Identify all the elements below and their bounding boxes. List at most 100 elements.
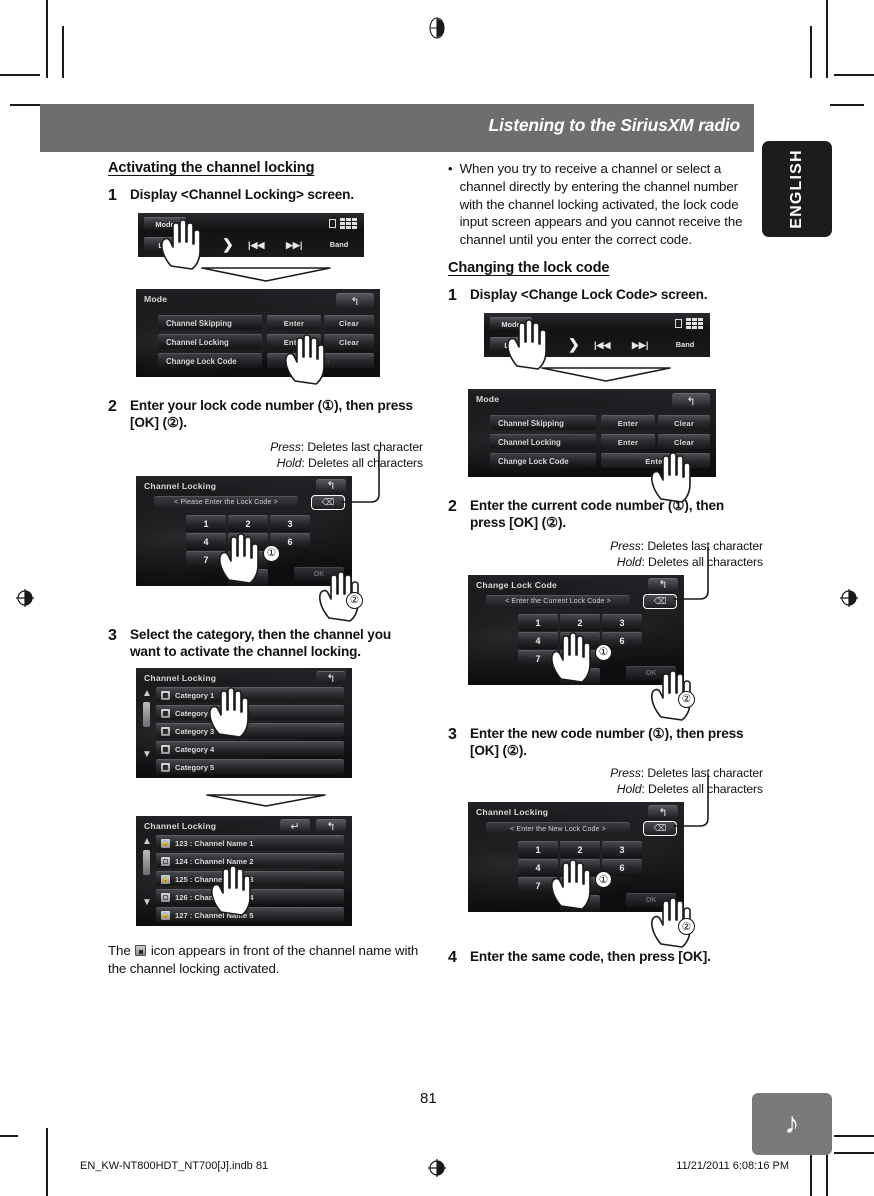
keypad-prompt: < Enter the New Lock Code > — [486, 822, 630, 836]
channel-list-item[interactable]: 🔒 127 : Channel Name 5 — [156, 907, 344, 923]
keypad-key[interactable]: 7 — [186, 550, 226, 568]
back-arrow-icon[interactable]: ↰ — [336, 293, 374, 308]
keypad-key[interactable]: 2 — [228, 514, 268, 532]
channel-list-item[interactable]: ▢ 126 : Channel Name 4 — [156, 889, 344, 905]
keypad-key[interactable]: 1 — [518, 613, 558, 631]
chevron-up-icon[interactable]: ▲ — [141, 687, 153, 700]
keypad-ok-button[interactable]: OK — [626, 665, 676, 680]
toolbar-band-button[interactable]: Band — [319, 237, 359, 252]
channel-skipping-clear-button[interactable]: Clear — [324, 315, 374, 330]
keypad-key[interactable]: 2 — [560, 613, 600, 631]
toolbar-list-button[interactable]: List — [490, 337, 532, 353]
channel-label: 126 : Channel Name 4 — [175, 892, 254, 902]
marker-2: ② — [166, 415, 179, 431]
keypad-key[interactable]: 4 — [518, 859, 558, 877]
channel-locking-clear-button[interactable]: Clear — [658, 434, 710, 450]
toolbar-prev-track-icon[interactable]: |◀◀ — [594, 340, 610, 351]
step-number: 1 — [108, 187, 117, 204]
category-list-item[interactable]: ▦ Category 3 — [156, 723, 344, 739]
list-view-icon[interactable] — [675, 319, 682, 329]
keypad-key[interactable]: 0 — [560, 895, 600, 913]
mode-row-label: Change Lock Code — [490, 453, 596, 469]
return-arrow-icon[interactable]: ↵ — [280, 819, 310, 833]
channel-label: 127 : Channel Name 5 — [175, 910, 254, 920]
keypad-key[interactable]: 3 — [602, 841, 642, 859]
keypad-key[interactable]: 5 — [560, 631, 600, 649]
channel-list-item[interactable]: 🔒 123 : Channel Name 1 — [156, 835, 344, 851]
toolbar-mode-button[interactable]: Mode — [144, 217, 186, 230]
step-number: 3 — [108, 626, 117, 644]
category-list-item[interactable]: ▦ Category 4 — [156, 741, 344, 757]
crop-mark — [834, 1135, 874, 1137]
channel-list-item[interactable]: ▢ 124 : Channel Name 2 — [156, 853, 344, 869]
keypad-key[interactable]: 3 — [602, 613, 642, 631]
change-lock-code-enter-button[interactable]: Enter — [601, 453, 710, 469]
step-number: 3 — [448, 725, 457, 743]
keypad-key[interactable]: 0 — [228, 568, 268, 586]
channel-label: 123 : Channel Name 1 — [175, 838, 254, 848]
keypad-ok-button[interactable]: OK — [626, 893, 676, 908]
channel-locking-enter-button[interactable]: Enter — [601, 434, 655, 450]
category-list-item[interactable]: ▦ Category 2 — [156, 705, 344, 721]
mode-row-label: Channel Locking — [490, 434, 596, 450]
chevron-down-icon[interactable]: ▼ — [141, 748, 153, 761]
category-list-item[interactable]: ▦ Category 5 — [156, 759, 344, 775]
keypad-key[interactable]: 5 — [228, 532, 268, 550]
crop-mark — [62, 26, 64, 78]
category-label: Category 4 — [175, 744, 215, 754]
registration-target-icon — [836, 585, 862, 611]
keypad-key[interactable]: 1 — [186, 514, 226, 532]
channel-list-item[interactable]: 🔒 125 : Channel Name 3 — [156, 871, 344, 887]
keypad-key[interactable]: 1 — [518, 841, 558, 859]
toolbar-mode-button[interactable]: Mode — [490, 317, 532, 331]
toolbar-next-icon[interactable]: ❯ — [568, 336, 580, 353]
toolbar-list-button[interactable]: List — [144, 237, 186, 252]
device-category-screen: Channel Locking ↰ ▲ ▼ ▦ Category 1 ▦ Cat… — [136, 668, 352, 779]
channel-skipping-clear-button[interactable]: Clear — [658, 415, 710, 431]
chevron-down-icon[interactable]: ▼ — [141, 896, 153, 909]
channel-locking-clear-button[interactable]: Clear — [324, 334, 374, 349]
scrollbar-thumb[interactable] — [143, 850, 150, 876]
marker-2: ② — [346, 591, 363, 609]
step-3-right: 3 Enter the new code number (①), then pr… — [448, 725, 763, 760]
screen-title: Channel Locking — [144, 480, 217, 491]
chevron-up-icon[interactable]: ▲ — [141, 835, 153, 848]
keypad-key[interactable]: 3 — [270, 514, 310, 532]
keypad-key[interactable]: 5 — [560, 859, 600, 877]
back-arrow-icon[interactable]: ↰ — [316, 819, 346, 833]
toolbar-prev-track-icon[interactable]: |◀◀ — [248, 240, 264, 251]
keypad-key[interactable]: 7 — [518, 649, 558, 667]
keypad-key[interactable]: 8 — [560, 649, 600, 667]
step-number: 2 — [108, 398, 117, 415]
keypad-ok-button[interactable]: OK — [294, 566, 344, 581]
step-1-right: 1 Display <Change Lock Code> screen. — [448, 286, 763, 306]
display-grid-icon[interactable] — [340, 218, 357, 229]
toolbar-next-icon[interactable]: ❯ — [222, 236, 234, 253]
change-lock-code-enter-button[interactable]: Enter — [267, 353, 374, 368]
channel-locking-enter-button[interactable]: Enter — [267, 334, 321, 349]
marker-2: ② — [506, 742, 519, 758]
display-grid-icon[interactable] — [686, 318, 703, 330]
screen-title: Mode — [144, 294, 168, 304]
note-text-before: The — [108, 943, 135, 959]
keypad-key[interactable]: 2 — [560, 841, 600, 859]
device-keypad-screen-left: Channel Locking ↰ < Please Enter the Loc… — [136, 475, 352, 586]
keypad-key[interactable]: 8 — [228, 550, 268, 568]
toolbar-next-track-icon[interactable]: ▶▶| — [286, 240, 302, 251]
back-arrow-icon[interactable]: ↰ — [672, 393, 710, 409]
category-list-item[interactable]: ▦ Category 1 — [156, 687, 344, 703]
keypad-key[interactable]: 8 — [560, 877, 600, 895]
keypad-prompt: < Please Enter the Lock Code > — [154, 495, 298, 509]
scrollbar-thumb[interactable] — [143, 702, 150, 728]
keypad-key[interactable]: 7 — [518, 877, 558, 895]
keypad-key[interactable]: 0 — [560, 667, 600, 685]
toolbar-next-track-icon[interactable]: ▶▶| — [632, 340, 648, 351]
back-arrow-icon[interactable]: ↰ — [316, 671, 346, 685]
keypad-key[interactable]: 4 — [518, 631, 558, 649]
list-view-icon[interactable] — [329, 219, 336, 228]
unlock-icon: ▢ — [161, 892, 170, 902]
keypad-key[interactable]: 4 — [186, 532, 226, 550]
channel-skipping-enter-button[interactable]: Enter — [267, 315, 321, 330]
channel-skipping-enter-button[interactable]: Enter — [601, 415, 655, 431]
toolbar-band-button[interactable]: Band — [665, 337, 705, 352]
